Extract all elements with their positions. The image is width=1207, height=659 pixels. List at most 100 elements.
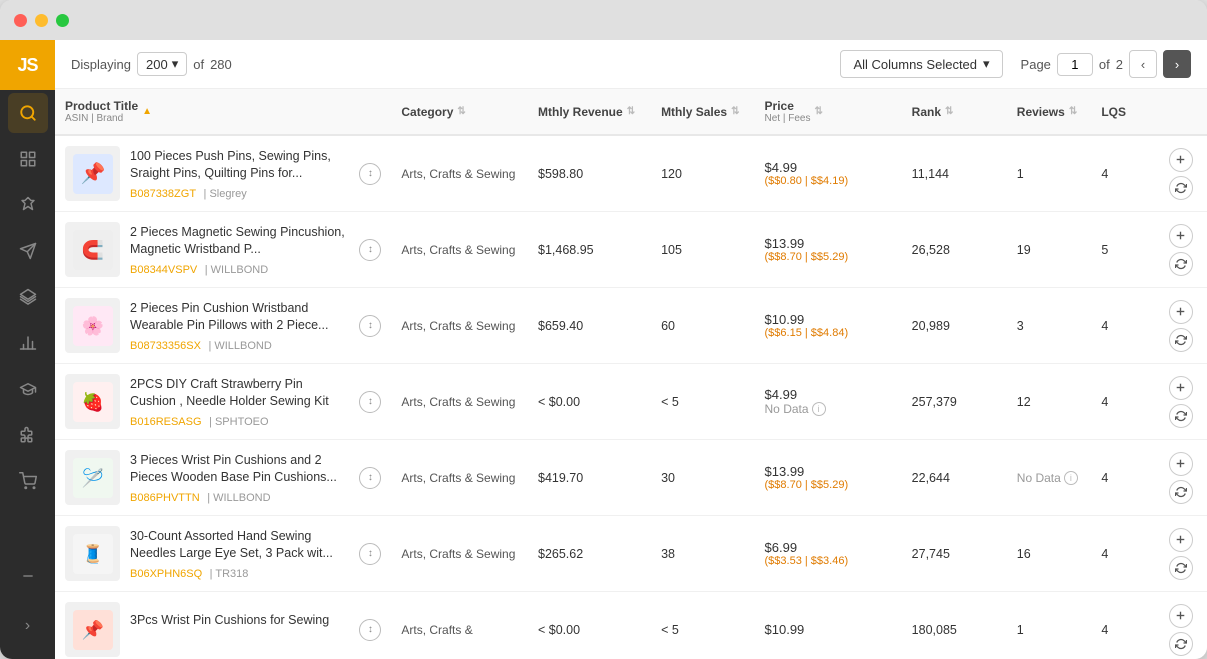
- product-asin-3[interactable]: B08733356SX: [130, 340, 201, 352]
- add-action-btn-4[interactable]: [1169, 376, 1193, 400]
- product-asin-2[interactable]: B08344VSPV: [130, 264, 197, 276]
- product-brand-3: | WILLBOND: [208, 340, 271, 352]
- col-header-sales[interactable]: Mthly Sales ⇅: [651, 89, 754, 135]
- reviews-cell-3: 3: [1007, 288, 1092, 364]
- rank-value-4: 257,379: [912, 395, 957, 409]
- columns-selector-button[interactable]: All Columns Selected ▾: [840, 50, 1002, 78]
- refresh-action-btn-3[interactable]: [1169, 328, 1193, 352]
- maximize-btn[interactable]: [56, 14, 69, 27]
- product-info-7: 3Pcs Wrist Pin Cushions for Sewing: [130, 612, 329, 647]
- scroll-type-icon: ↕: [359, 315, 381, 337]
- lqs-value-3: 4: [1101, 319, 1108, 333]
- reviews-info-icon[interactable]: i: [1064, 471, 1078, 485]
- col-header-rank[interactable]: Rank ⇅: [902, 89, 1007, 135]
- col-header-revenue[interactable]: Mthly Revenue ⇅: [528, 89, 651, 135]
- refresh-action-btn-4[interactable]: [1169, 404, 1193, 428]
- category-value-3: Arts, Crafts & Sewing: [401, 319, 515, 333]
- col-product-label: Product Title: [65, 99, 138, 113]
- revenue-cell-5: $419.70: [528, 440, 651, 516]
- category-cell-3: Arts, Crafts & Sewing: [391, 288, 528, 364]
- per-page-select[interactable]: 200 ▾: [137, 52, 187, 76]
- close-btn[interactable]: [14, 14, 27, 27]
- add-action-btn-1[interactable]: [1169, 148, 1193, 172]
- product-asin-1[interactable]: B087338ZGT: [130, 188, 196, 200]
- sidebar-item-chart[interactable]: [8, 323, 48, 363]
- sidebar-toggle[interactable]: [8, 556, 48, 596]
- lqs-value-2: 5: [1101, 243, 1108, 257]
- scroll-type-icon: ↕: [359, 543, 381, 565]
- revenue-value-3: $659.40: [538, 319, 583, 333]
- revenue-value-5: $419.70: [538, 471, 583, 485]
- page-number-input[interactable]: [1057, 53, 1093, 76]
- add-action-btn-3[interactable]: [1169, 300, 1193, 324]
- col-sales-label: Mthly Sales: [661, 105, 727, 119]
- actions-cell-6: [1154, 516, 1207, 592]
- category-cell-5: Arts, Crafts & Sewing: [391, 440, 528, 516]
- product-asin-6[interactable]: B06XPHN6SQ: [130, 568, 202, 580]
- refresh-action-btn-6[interactable]: [1169, 556, 1193, 580]
- lqs-cell-6: 4: [1091, 516, 1154, 592]
- rank-cell-4: 257,379: [902, 364, 1007, 440]
- sidebar-item-grid[interactable]: [8, 139, 48, 179]
- product-title-2: 2 Pieces Magnetic Sewing Pincushion, Mag…: [130, 224, 349, 259]
- products-table-container[interactable]: Product Title ASIN | Brand ▲ Category ⇅: [55, 89, 1207, 659]
- price-info-icon[interactable]: i: [812, 402, 826, 416]
- minimize-btn[interactable]: [35, 14, 48, 27]
- col-category-label: Category: [401, 105, 453, 119]
- add-action-btn-5[interactable]: [1169, 452, 1193, 476]
- sidebar-expand[interactable]: ›: [8, 606, 48, 646]
- col-header-reviews[interactable]: Reviews ⇅: [1007, 89, 1092, 135]
- products-table: Product Title ASIN | Brand ▲ Category ⇅: [55, 89, 1207, 659]
- sidebar-item-puzzle[interactable]: [8, 415, 48, 455]
- refresh-action-btn-7[interactable]: [1169, 632, 1193, 656]
- category-cell-2: Arts, Crafts & Sewing: [391, 212, 528, 288]
- col-header-product[interactable]: Product Title ASIN | Brand ▲: [55, 89, 391, 135]
- reviews-value: 16: [1017, 547, 1031, 561]
- add-action-btn-2[interactable]: [1169, 224, 1193, 248]
- product-info-2: 2 Pieces Magnetic Sewing Pincushion, Mag…: [130, 224, 349, 276]
- page-prev-button[interactable]: ‹: [1129, 50, 1157, 78]
- product-asin-5[interactable]: B086PHVTTN: [130, 492, 200, 504]
- scroll-type-icon: ↕: [359, 467, 381, 489]
- product-image-3: 🌸: [65, 298, 120, 353]
- refresh-action-btn-1[interactable]: [1169, 176, 1193, 200]
- sidebar-item-search[interactable]: [8, 93, 48, 133]
- revenue-value-6: $265.62: [538, 547, 583, 561]
- sidebar-item-cart[interactable]: [8, 461, 48, 501]
- price-cell-3: $10.99 ($$6.15 | $$4.84): [755, 288, 902, 364]
- page-next-button[interactable]: ›: [1163, 50, 1191, 78]
- sidebar-item-pin[interactable]: [8, 185, 48, 225]
- reviews-value: 12: [1017, 395, 1031, 409]
- col-header-category[interactable]: Category ⇅: [391, 89, 528, 135]
- sidebar-item-megaphone[interactable]: [8, 231, 48, 271]
- actions-cell-7: [1154, 592, 1207, 659]
- total-count: 280: [210, 57, 232, 72]
- col-price-sub: Net | Fees: [765, 113, 811, 124]
- product-title-6: 30-Count Assorted Hand Sewing Needles La…: [130, 528, 349, 563]
- reviews-value: 1: [1017, 167, 1024, 181]
- table-row: 🧲 2 Pieces Magnetic Sewing Pincushion, M…: [55, 212, 1207, 288]
- svg-text:🌸: 🌸: [81, 315, 103, 336]
- table-row: 🍓 2PCS DIY Craft Strawberry Pin Cushion …: [55, 364, 1207, 440]
- sales-value-3: 60: [661, 319, 675, 333]
- product-asin-4[interactable]: B016RESASG: [130, 416, 202, 428]
- col-header-price[interactable]: Price Net | Fees ⇅: [755, 89, 902, 135]
- refresh-action-btn-2[interactable]: [1169, 252, 1193, 276]
- refresh-action-btn-5[interactable]: [1169, 480, 1193, 504]
- rank-cell-1: 11,144: [902, 135, 1007, 212]
- add-action-btn-6[interactable]: [1169, 528, 1193, 552]
- product-image-6: 🧵: [65, 526, 120, 581]
- product-title-3: 2 Pieces Pin Cushion Wristband Wearable …: [130, 300, 349, 335]
- sidebar-item-layers[interactable]: [8, 277, 48, 317]
- sidebar-logo: JS: [0, 40, 55, 90]
- add-action-btn-7[interactable]: [1169, 604, 1193, 628]
- rank-cell-2: 26,528: [902, 212, 1007, 288]
- sidebar-item-graduation[interactable]: [8, 369, 48, 409]
- svg-text:🧲: 🧲: [81, 239, 103, 260]
- col-reviews-label: Reviews: [1017, 105, 1065, 119]
- revenue-cell-3: $659.40: [528, 288, 651, 364]
- table-row: 🧵 30-Count Assorted Hand Sewing Needles …: [55, 516, 1207, 592]
- reviews-cell-6: 16: [1007, 516, 1092, 592]
- svg-text:📌: 📌: [81, 619, 103, 640]
- pagination: Page of 2 ‹ ›: [1021, 50, 1191, 78]
